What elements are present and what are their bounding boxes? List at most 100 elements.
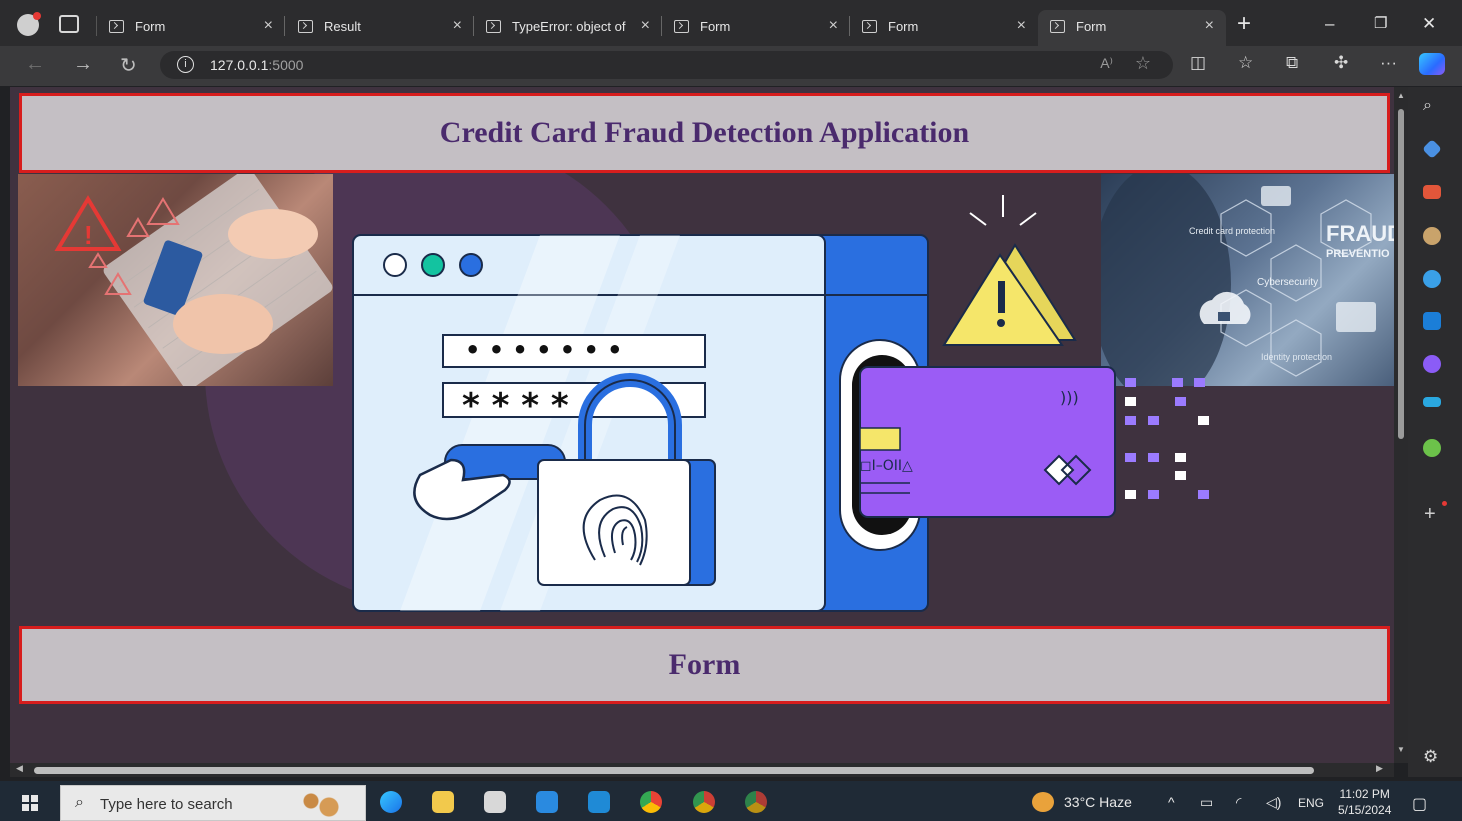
- taskbar-search-box[interactable]: ⌕ Type here to search: [60, 785, 366, 821]
- read-aloud-icon[interactable]: A⁾: [1100, 55, 1113, 72]
- page-viewport: Credit Card Fraud Detection Application …: [10, 87, 1394, 763]
- back-icon[interactable]: ←: [25, 53, 45, 76]
- search-placeholder: Type here to search: [100, 796, 233, 813]
- tab-form-1[interactable]: Form ×: [97, 10, 285, 46]
- weather-text[interactable]: 33°C Haze: [1064, 794, 1132, 810]
- settings-icon[interactable]: ⚙: [1423, 747, 1438, 767]
- tab-close-icon[interactable]: ×: [1205, 17, 1214, 35]
- people-icon[interactable]: [1423, 227, 1441, 245]
- add-icon[interactable]: +: [1424, 503, 1436, 526]
- favorite-star-icon[interactable]: ☆: [1135, 53, 1151, 74]
- tab-actions-icon[interactable]: [59, 15, 79, 33]
- language-indicator[interactable]: ENG: [1298, 796, 1324, 810]
- wifi-icon[interactable]: ◜: [1236, 794, 1241, 811]
- prevention-label: PREVENTIO: [1326, 248, 1390, 260]
- more-icon[interactable]: ···: [1380, 53, 1397, 73]
- tab-form-2[interactable]: Form ×: [662, 10, 850, 46]
- weather-icon[interactable]: [1032, 792, 1054, 812]
- copilot-icon[interactable]: [1419, 53, 1445, 75]
- tab-close-icon[interactable]: ×: [1017, 17, 1026, 35]
- tab-close-icon[interactable]: ×: [829, 17, 838, 35]
- split-screen-icon[interactable]: ◫: [1190, 53, 1206, 73]
- outlook-icon[interactable]: [1423, 312, 1441, 330]
- mail-icon[interactable]: [536, 791, 558, 813]
- new-tab-button[interactable]: +: [1237, 10, 1251, 38]
- notification-dot: [1442, 501, 1447, 506]
- show-hidden-icons-icon[interactable]: ^: [1168, 794, 1175, 810]
- tab-form-active[interactable]: Form ×: [1038, 10, 1226, 46]
- clock-date: 5/15/2024: [1338, 803, 1392, 817]
- site-info-icon[interactable]: i: [177, 56, 194, 73]
- cybersecurity-label: Cybersecurity: [1257, 277, 1318, 288]
- chrome-profile-icon[interactable]: [693, 791, 715, 813]
- favorites-icon[interactable]: ☆: [1238, 53, 1253, 73]
- security-illustration: • • • • • • • * * * * ◻I–OII△ ))): [352, 195, 1209, 612]
- card-symbols-text: ◻I–OII△: [860, 458, 913, 474]
- vscode-icon[interactable]: [588, 791, 610, 813]
- chrome-profile-2-icon[interactable]: [745, 791, 767, 813]
- tab-close-icon[interactable]: ×: [641, 17, 650, 35]
- page-icon: [862, 20, 877, 33]
- volume-icon[interactable]: ◁): [1266, 794, 1281, 811]
- tab-title: Form: [888, 19, 919, 34]
- close-window-button[interactable]: ✕: [1422, 14, 1436, 34]
- restore-button[interactable]: ❐: [1374, 14, 1387, 32]
- contactless-icon: ))): [1060, 388, 1079, 407]
- horizontal-scrollbar[interactable]: ◀ ▶: [10, 763, 1394, 777]
- tab-close-icon[interactable]: ×: [264, 17, 273, 35]
- scrollbar-thumb[interactable]: [1398, 109, 1404, 439]
- vertical-scrollbar[interactable]: ▲ ▼: [1394, 87, 1408, 763]
- copilot-circle-icon[interactable]: [1423, 270, 1441, 288]
- page-icon: [298, 20, 313, 33]
- page-title: Credit Card Fraud Detection Application: [439, 116, 970, 149]
- tab-close-icon[interactable]: ×: [453, 17, 462, 35]
- battery-icon[interactable]: ▭: [1200, 794, 1213, 811]
- url-port: :5000: [268, 57, 304, 73]
- tab-result[interactable]: Result ×: [286, 10, 474, 46]
- page-icon: [486, 20, 501, 33]
- search-highlight-icon[interactable]: [293, 789, 353, 819]
- scroll-up-icon[interactable]: ▲: [1397, 91, 1405, 100]
- scrollbar-thumb[interactable]: [34, 767, 1314, 774]
- scroll-right-icon[interactable]: ▶: [1376, 763, 1383, 774]
- tab-form-3[interactable]: Form ×: [850, 10, 1038, 46]
- scroll-left-icon[interactable]: ◀: [16, 763, 23, 774]
- form-section-title: Form: [668, 648, 741, 681]
- identity-protection-label: Identity protection: [1261, 352, 1332, 362]
- minimize-button[interactable]: –: [1325, 14, 1334, 34]
- scroll-down-icon[interactable]: ▼: [1397, 745, 1405, 754]
- tree-icon[interactable]: [1423, 439, 1441, 457]
- page-icon: [674, 20, 689, 33]
- windows-start-icon[interactable]: [22, 795, 38, 811]
- page-icon: [109, 20, 124, 33]
- chrome-icon[interactable]: [640, 791, 662, 813]
- edge-sidebar: ⌕ + ⚙: [1408, 87, 1462, 777]
- forward-icon[interactable]: →: [73, 53, 93, 76]
- file-explorer-icon[interactable]: [432, 791, 454, 813]
- tab-title: Result: [324, 19, 361, 34]
- tab-title: TypeError: object of t: [512, 19, 626, 34]
- tag-icon[interactable]: [1422, 139, 1442, 159]
- form-section-banner: Form: [19, 626, 1390, 704]
- address-bar[interactable]: i 127.0.0.1:5000 A⁾ ☆: [160, 51, 1173, 79]
- games-icon[interactable]: [1423, 355, 1441, 373]
- extensions-icon[interactable]: ✣: [1334, 53, 1348, 73]
- password-stars-text: * * * *: [462, 386, 569, 426]
- search-icon: ⌕: [75, 794, 84, 811]
- telegram-icon[interactable]: [1423, 397, 1441, 407]
- profile-avatar-icon[interactable]: [17, 12, 41, 36]
- notifications-icon[interactable]: ▢: [1412, 794, 1427, 814]
- tab-title: Form: [135, 19, 166, 34]
- tab-typeerror[interactable]: TypeError: object of t ×: [474, 10, 662, 46]
- edge-taskbar-icon[interactable]: [380, 791, 402, 813]
- toolbox-icon[interactable]: [1423, 185, 1441, 199]
- search-icon[interactable]: ⌕: [1423, 97, 1432, 115]
- refresh-icon[interactable]: ↻: [120, 53, 137, 78]
- windows-taskbar: ⌕ Type here to search 33°C Haze ^ ▭ ◜ ◁)…: [0, 781, 1462, 821]
- clock[interactable]: 11:02 PM 5/15/2024: [1338, 786, 1391, 818]
- collections-icon[interactable]: ⧉: [1286, 53, 1298, 73]
- url-text[interactable]: 127.0.0.1:5000: [210, 57, 303, 73]
- tab-title: Form: [1076, 19, 1107, 34]
- store-icon[interactable]: [484, 791, 506, 813]
- tab-strip: Form × Result × TypeError: object of t ×…: [0, 0, 1462, 46]
